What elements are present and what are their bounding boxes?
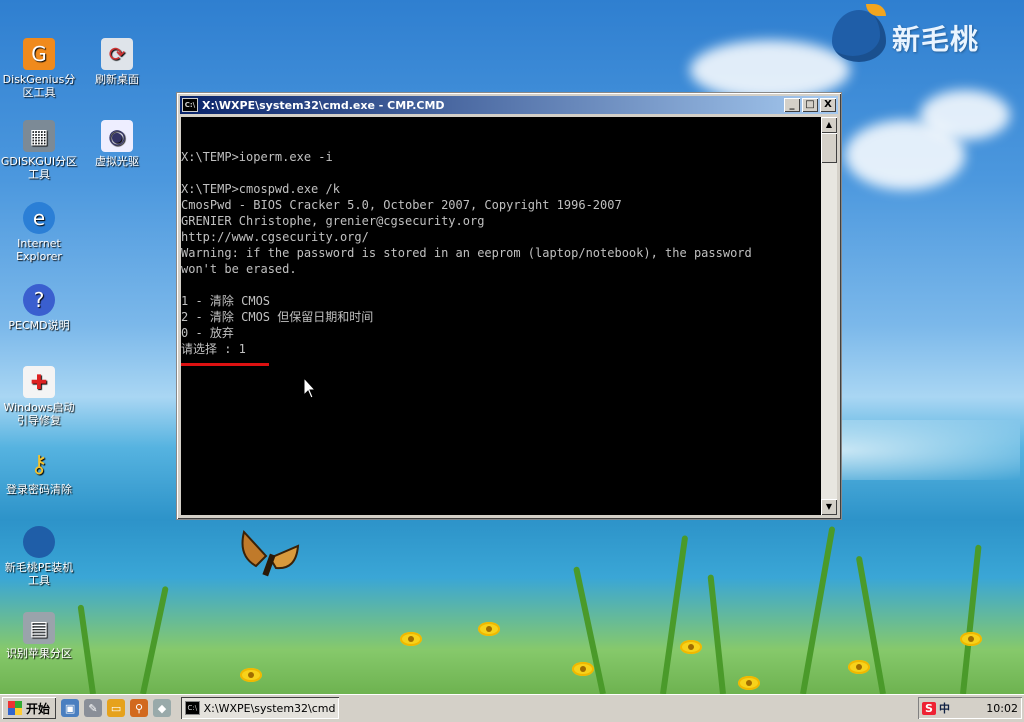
apple-partition-icon: ▤ [23, 612, 55, 644]
quicklaunch-folder-icon[interactable]: ▭ [107, 699, 126, 717]
close-button[interactable]: X [820, 98, 836, 112]
gdiskgui-icon: ▦ [23, 120, 55, 152]
sky-cloud [690, 40, 850, 100]
refresh-desktop-icon: ⟳ [101, 38, 133, 70]
key-icon: ⚷ [30, 449, 48, 478]
grass-blade [800, 526, 836, 695]
taskbar: 开始 ▣ ✎ ▭ ⚲ ◆ C:\ X:\WXPE\system32\cmd...… [0, 694, 1024, 722]
window-title: X:\WXPE\system32\cmd.exe - CMP.CMD [202, 98, 445, 112]
language-indicator[interactable]: 中 [939, 700, 950, 716]
desktop-icon-pecmd[interactable]: ? PECMD说明 [0, 284, 78, 332]
desktop-icon-gdiskgui[interactable]: ▦ GDISKGUI分区工具 [0, 120, 78, 181]
flower [478, 622, 500, 636]
flower [572, 662, 594, 676]
diskgenius-icon: G [23, 38, 55, 70]
flower [848, 660, 870, 674]
cmd-window[interactable]: C:\ X:\WXPE\system32\cmd.exe - CMP.CMD _… [176, 92, 842, 520]
grass-blade [960, 544, 982, 695]
console-line: X:\TEMP>ioperm.exe -i [181, 150, 333, 164]
desktop-icon-password-clear[interactable]: ⚷ 登录密码清除 [0, 448, 78, 497]
desktop-icon-virtual-drive[interactable]: ◉ 虚拟光驱 [78, 120, 156, 168]
taskbar-button-label: X:\WXPE\system32\cmd.... [203, 701, 336, 715]
windows-logo-icon [8, 701, 22, 715]
grass-blade [707, 574, 726, 695]
system-tray: S 中 10:02 [918, 697, 1022, 719]
boot-repair-icon: ✚ [23, 366, 55, 398]
desktop-icon-ie[interactable]: e Internet Explorer [0, 202, 78, 263]
brand-logo: 新毛桃 [828, 2, 1018, 66]
minimize-button[interactable]: _ [784, 98, 800, 112]
quicklaunch-eraser-icon[interactable]: ◆ [153, 699, 172, 717]
window-titlebar[interactable]: C:\ X:\WXPE\system32\cmd.exe - CMP.CMD _… [180, 96, 838, 114]
desktop-icon-boot-repair[interactable]: ✚ Windows启动引导修复 [0, 366, 78, 427]
scroll-up-button[interactable]: ▲ [821, 117, 837, 133]
red-underline-annotation [181, 363, 269, 366]
quicklaunch-search-icon[interactable]: ⚲ [130, 699, 149, 717]
peach-installer-icon [23, 526, 55, 558]
console-line-prompt: 请选择 : 1 [181, 342, 246, 356]
ime-icon[interactable]: S [922, 701, 936, 715]
grass-blade [77, 604, 96, 695]
quicklaunch-desktop-icon[interactable]: ▣ [61, 699, 80, 717]
flower [960, 632, 982, 646]
flower [680, 640, 702, 654]
internet-explorer-icon: e [23, 202, 55, 234]
desktop-icon-refresh[interactable]: ⟳ 刷新桌面 [78, 38, 156, 86]
brand-text: 新毛桃 [892, 23, 980, 56]
quicklaunch-tool-icon[interactable]: ✎ [84, 699, 103, 717]
cmd-window-icon: C:\ [182, 98, 198, 112]
console-line: 1 - 清除 CMOS [181, 294, 271, 308]
butterfly-image [236, 526, 306, 586]
console-line: GRENIER Christophe, grenier@cgsecurity.o… [181, 214, 485, 228]
vertical-scrollbar[interactable]: ▲ ▼ [821, 117, 837, 515]
maximize-button[interactable]: □ [802, 98, 818, 112]
flower [738, 676, 760, 690]
console-line: won't be erased. [181, 262, 297, 276]
desktop-icon-pe-installer[interactable]: 新毛桃PE装机工具 [0, 526, 78, 587]
console-output[interactable]: X:\TEMP>ioperm.exe -i X:\TEMP>cmospwd.ex… [181, 117, 821, 515]
console-line: Warning: if the password is stored in an… [181, 246, 752, 260]
start-button[interactable]: 开始 [2, 697, 56, 719]
console-line: http://www.cgsecurity.org/ [181, 230, 369, 244]
scroll-down-button[interactable]: ▼ [821, 499, 837, 515]
peach-icon [832, 10, 886, 62]
console-line: CmosPwd - BIOS Cracker 5.0, October 2007… [181, 198, 622, 212]
start-label: 开始 [26, 701, 51, 716]
scroll-thumb[interactable] [821, 133, 837, 163]
grass-blade [140, 585, 169, 695]
console-line: 2 - 清除 CMOS 但保留日期和时间 [181, 310, 374, 324]
virtual-drive-icon: ◉ [101, 120, 133, 152]
taskbar-button-cmd[interactable]: C:\ X:\WXPE\system32\cmd.... [181, 697, 340, 719]
flower [400, 632, 422, 646]
sky-cloud [920, 90, 1010, 140]
desktop-icon-diskgenius[interactable]: G DiskGenius分区工具 [0, 38, 78, 99]
desktop-icon-apple-partition[interactable]: ▤ 识别苹果分区 [0, 612, 78, 660]
cmd-task-icon: C:\ [185, 701, 200, 715]
help-icon: ? [23, 284, 55, 316]
console-line: X:\TEMP>cmospwd.exe /k [181, 182, 340, 196]
grass-blade [660, 535, 689, 695]
clock[interactable]: 10:02 [986, 702, 1018, 715]
mouse-pointer-icon [303, 377, 317, 399]
flower [240, 668, 262, 682]
console-line: 0 - 放弃 [181, 326, 234, 340]
